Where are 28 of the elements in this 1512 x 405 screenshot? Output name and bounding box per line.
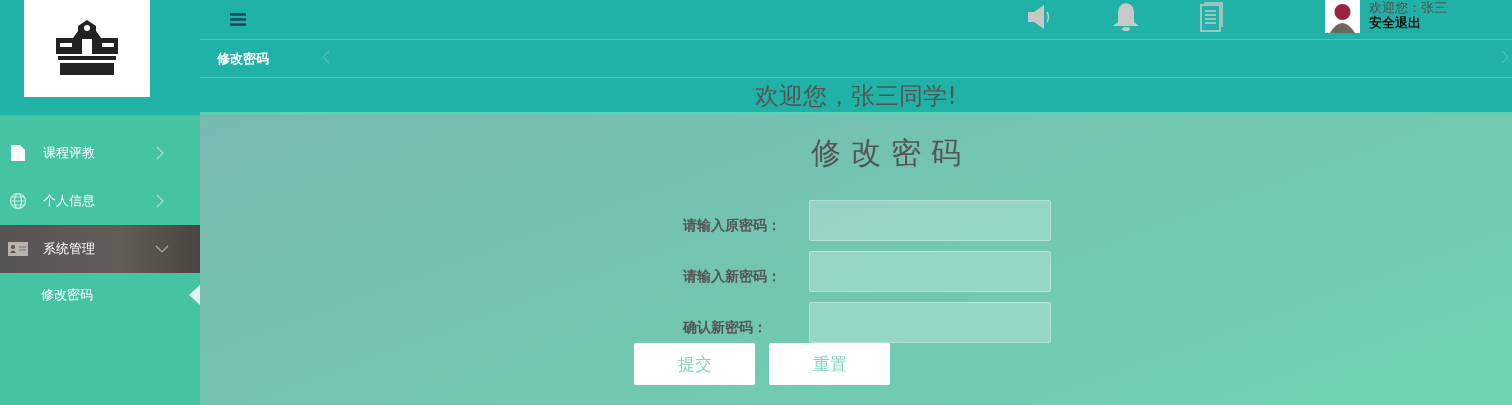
- reset-button[interactable]: 重置: [769, 343, 890, 385]
- form-title: 修改密码: [811, 134, 971, 172]
- field-label: 请输入新密码：: [683, 268, 782, 286]
- password-field[interactable]: [809, 200, 1051, 241]
- document-list-icon[interactable]: [1200, 2, 1224, 32]
- globe-icon: [9, 192, 27, 210]
- chevron-right-icon: [155, 194, 165, 208]
- chevron-right-icon: [155, 146, 165, 160]
- bell-icon[interactable]: [1112, 2, 1140, 32]
- field-label: 请输入原密码：: [683, 217, 782, 235]
- sidebar-item[interactable]: 课程评教: [0, 129, 200, 177]
- id-card-icon: [8, 242, 28, 256]
- sidebar-item[interactable]: 个人信息: [0, 177, 200, 225]
- scroll-right-icon: [1500, 50, 1510, 64]
- chevron-down-icon: [155, 244, 169, 254]
- welcome-message: 欢迎您，张三同学!: [754, 81, 958, 112]
- menu-icon[interactable]: [230, 13, 246, 26]
- scroll-left-icon: [321, 50, 331, 64]
- speaker-icon[interactable]: [1026, 3, 1052, 31]
- submit-button[interactable]: 提交: [634, 343, 755, 385]
- document-icon: [10, 144, 26, 162]
- field-label: 确认新密码：: [683, 319, 768, 337]
- avatar: [1325, 0, 1360, 33]
- user-greeting: 欢迎您：张三: [1369, 0, 1447, 15]
- sidebar-item[interactable]: 系统管理: [0, 225, 200, 273]
- password-field[interactable]: [809, 251, 1051, 292]
- logout-link[interactable]: 安全退出: [1369, 15, 1447, 31]
- tab[interactable]: 修改密码: [217, 49, 269, 68]
